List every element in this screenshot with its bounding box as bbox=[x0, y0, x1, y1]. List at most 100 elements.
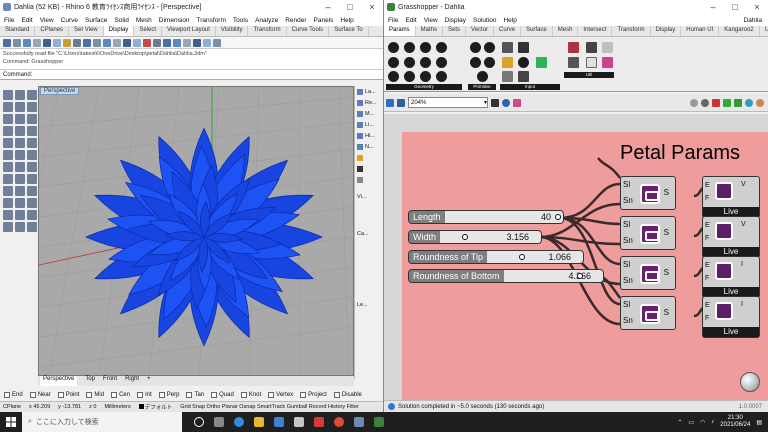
viewtab-top[interactable]: Top bbox=[85, 376, 95, 386]
zoom-extents-icon[interactable] bbox=[83, 39, 91, 47]
util-arrow-icon[interactable] bbox=[586, 42, 597, 53]
preview-off-icon[interactable] bbox=[690, 98, 698, 107]
circle-icon[interactable] bbox=[27, 102, 37, 112]
menu-help[interactable]: Help bbox=[340, 17, 353, 24]
param-group-icon[interactable] bbox=[420, 71, 431, 82]
param-point-icon[interactable] bbox=[388, 42, 399, 53]
live-component[interactable]: E F I Live bbox=[702, 256, 760, 298]
output-v[interactable]: V bbox=[741, 181, 746, 188]
viewtab-front[interactable]: Front bbox=[103, 376, 117, 386]
start-button[interactable] bbox=[0, 412, 22, 432]
osnap-int[interactable]: Int bbox=[137, 391, 152, 398]
current-layer[interactable]: デフォルト bbox=[138, 403, 172, 411]
output-i[interactable]: I bbox=[741, 261, 743, 268]
sketch-icon[interactable] bbox=[513, 98, 521, 107]
set-component[interactable]: Sl Sn S bbox=[620, 176, 676, 210]
param-integer-icon[interactable] bbox=[470, 57, 481, 68]
slider-track[interactable]: 3.156 bbox=[440, 231, 541, 243]
osnap-vertex[interactable]: Vertex bbox=[268, 391, 293, 398]
input-sl[interactable]: Sl bbox=[623, 180, 630, 189]
viewtab-right[interactable]: Right bbox=[125, 376, 139, 386]
panel-tab-rendering[interactable]: Re... bbox=[355, 97, 383, 108]
panel-tab-grid[interactable] bbox=[355, 174, 383, 185]
gh-tab-user[interactable]: User bbox=[760, 26, 768, 36]
osnap-point[interactable]: Point bbox=[57, 391, 79, 398]
add-viewport-icon[interactable]: + bbox=[147, 376, 151, 386]
close-icon[interactable]: × bbox=[746, 2, 768, 12]
minimize-icon[interactable]: – bbox=[317, 2, 339, 12]
slider-knob[interactable] bbox=[576, 273, 583, 279]
ellipse-icon[interactable] bbox=[27, 114, 37, 124]
axes-icon[interactable] bbox=[203, 39, 211, 47]
point-icon[interactable] bbox=[15, 90, 25, 100]
param-domain-icon[interactable] bbox=[477, 71, 488, 82]
osnap-end[interactable]: End bbox=[4, 391, 23, 398]
param-curve-icon[interactable] bbox=[420, 42, 431, 53]
xray-icon[interactable] bbox=[43, 39, 51, 47]
panel-tab-materials[interactable]: M... bbox=[355, 108, 383, 119]
rotate-view-icon[interactable] bbox=[113, 39, 121, 47]
unlock-icon[interactable] bbox=[153, 39, 161, 47]
gh-canvas[interactable]: Petal Params Length 40 Width 3.156 Round… bbox=[384, 114, 768, 400]
param-box-icon[interactable] bbox=[404, 57, 415, 68]
param-field-icon[interactable] bbox=[436, 71, 447, 82]
layer-icon[interactable] bbox=[163, 39, 171, 47]
properties-icon[interactable] bbox=[173, 39, 181, 47]
grid-icon[interactable] bbox=[193, 39, 201, 47]
minimize-icon[interactable]: – bbox=[702, 2, 724, 12]
polyline-icon[interactable] bbox=[27, 90, 37, 100]
rectangle-icon[interactable] bbox=[3, 114, 13, 124]
zoom-select[interactable]: 204% ▾ bbox=[408, 97, 488, 108]
util-relay-icon[interactable] bbox=[586, 57, 597, 68]
gh-menu-edit[interactable]: Edit bbox=[405, 17, 416, 24]
util-cluster-icon[interactable] bbox=[568, 42, 579, 53]
loft-icon[interactable] bbox=[15, 138, 25, 148]
options-icon[interactable] bbox=[183, 39, 191, 47]
panel-tab-layers[interactable]: La... bbox=[355, 86, 383, 97]
live-component[interactable]: E F V Live bbox=[702, 176, 760, 218]
show-icon[interactable] bbox=[133, 39, 141, 47]
mirror-icon[interactable] bbox=[15, 186, 25, 196]
menu-tools[interactable]: Tools bbox=[233, 17, 248, 24]
move-icon[interactable] bbox=[3, 174, 13, 184]
sphere-icon[interactable] bbox=[15, 150, 25, 160]
output-s[interactable]: S bbox=[664, 308, 669, 317]
technical-icon[interactable] bbox=[53, 39, 61, 47]
zoom-window-icon[interactable] bbox=[93, 39, 101, 47]
copy-icon[interactable] bbox=[15, 174, 25, 184]
notifications-icon[interactable]: ▤ bbox=[756, 419, 762, 426]
viewtab-perspective[interactable]: Perspective bbox=[40, 376, 78, 386]
tab-visibility[interactable]: Visibility bbox=[216, 26, 249, 36]
osnap-perp[interactable]: Perp bbox=[158, 391, 179, 398]
text-icon[interactable] bbox=[3, 126, 13, 136]
slider-roundness-of-tip[interactable]: Roundness of Tip 1.066 bbox=[408, 250, 584, 264]
command-input[interactable] bbox=[34, 71, 335, 78]
perspective-viewport[interactable]: Perspective bbox=[38, 86, 354, 376]
menu-curve[interactable]: Curve bbox=[61, 17, 78, 24]
tab-select[interactable]: Select bbox=[134, 26, 162, 36]
panel-tab-lights[interactable]: Li... bbox=[355, 119, 383, 130]
gh-tab-surface[interactable]: Surface bbox=[521, 26, 553, 36]
rotate-icon[interactable] bbox=[27, 174, 37, 184]
rhino-taskbar-icon[interactable] bbox=[354, 417, 364, 427]
chrome-icon[interactable] bbox=[334, 417, 344, 427]
join-icon[interactable] bbox=[27, 198, 37, 208]
live-component[interactable]: E F V Live bbox=[702, 216, 760, 258]
tab-cplanes[interactable]: CPlanes bbox=[35, 26, 70, 36]
store-icon[interactable] bbox=[294, 417, 304, 427]
param-mesh-icon[interactable] bbox=[420, 57, 431, 68]
input-e[interactable]: E bbox=[705, 262, 710, 269]
input-button-icon[interactable] bbox=[518, 57, 529, 68]
dahlia-flower-model[interactable] bbox=[39, 87, 354, 376]
boolean-union-icon[interactable] bbox=[3, 162, 13, 172]
osnap-tan[interactable]: Tan bbox=[186, 391, 204, 398]
gh-tab-vector[interactable]: Vector bbox=[466, 26, 495, 36]
param-boolean-icon[interactable] bbox=[470, 42, 481, 53]
check-icon[interactable] bbox=[27, 222, 37, 232]
preview-quality-icon[interactable] bbox=[756, 98, 764, 107]
osnap-near[interactable]: Near bbox=[29, 391, 51, 398]
input-sl[interactable]: Sl bbox=[623, 220, 630, 229]
input-panel-icon[interactable] bbox=[518, 42, 529, 53]
panel-tab-named[interactable]: N... bbox=[355, 141, 383, 152]
param-circle-icon[interactable] bbox=[404, 42, 415, 53]
